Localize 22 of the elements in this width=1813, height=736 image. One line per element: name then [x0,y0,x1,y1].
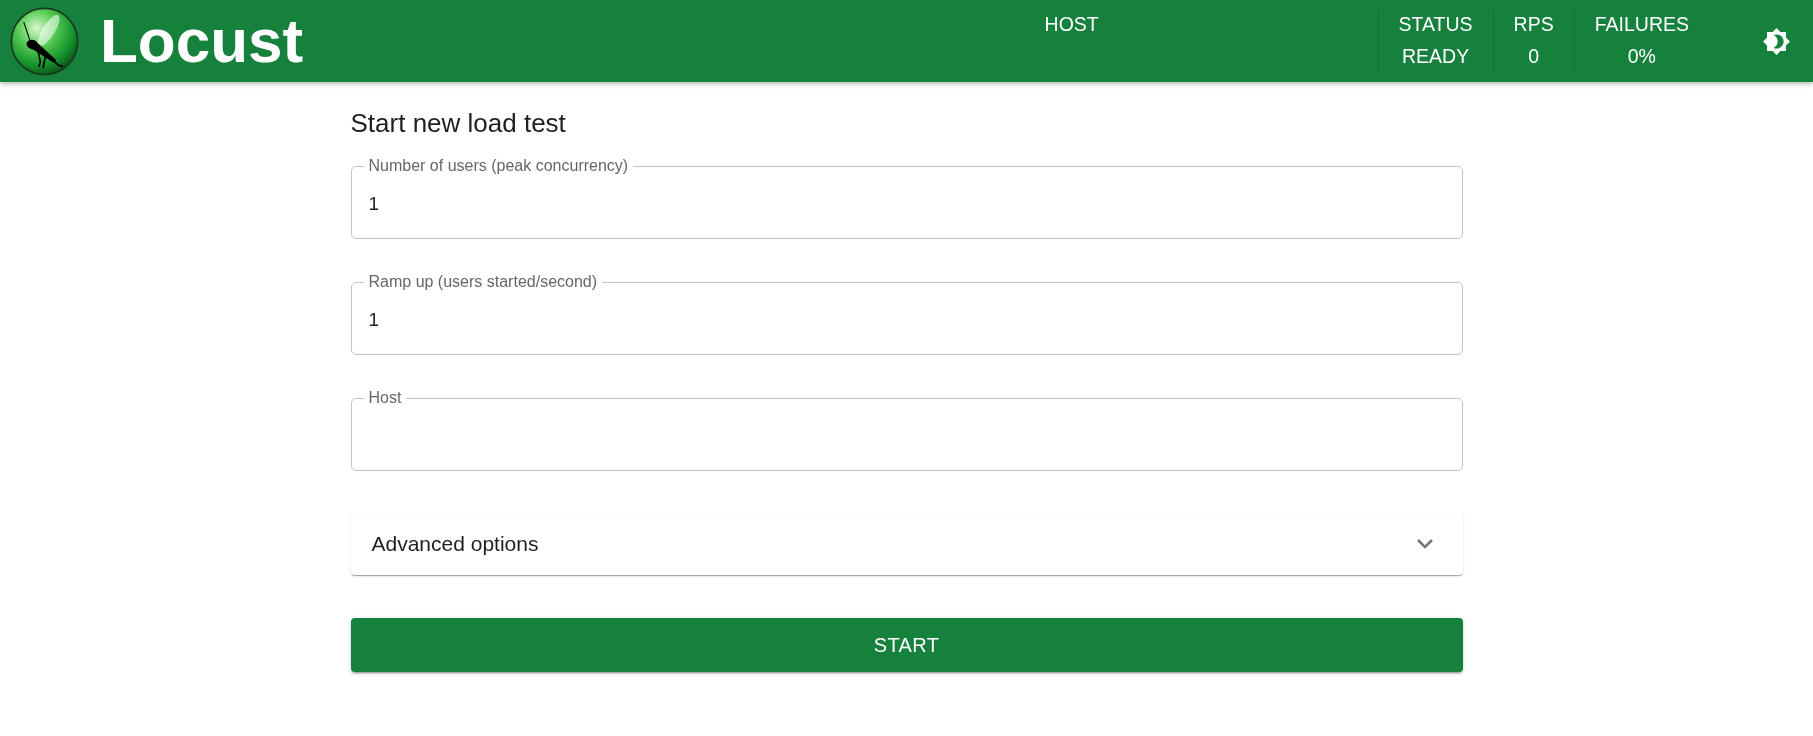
stat-value: 0 [1528,44,1540,67]
grasshopper-logo-icon[interactable] [10,6,79,76]
input-field[interactable]: Number of users (peak concurrency) 1 [350,157,1463,239]
start-button[interactable]: START [350,618,1463,672]
stat-value: READY [1402,44,1470,67]
field-label: Ramp up (users started/second) [367,273,599,291]
field-label: Host [367,389,403,407]
stat-label: RPS [1513,12,1554,35]
stat-value: 0% [1627,44,1656,67]
field-label: Number of users (peak concurrency) [367,157,630,175]
stat-label: STATUS [1398,12,1473,35]
page-title: Start new load test [350,108,567,138]
host-label: HOST [1044,12,1099,35]
advanced-options-accordion[interactable]: Advanced options [350,513,1463,575]
chevron-icon [1416,539,1433,549]
input-field[interactable]: Ramp up (users started/second) 1 [350,273,1463,355]
input-field[interactable]: Host [350,389,1463,471]
stat-label: FAILURES [1594,12,1689,35]
brand-name: Locust [100,10,304,72]
field-value: 1 [368,308,380,331]
field-value: 1 [368,192,380,215]
dark-mode-icon[interactable] [1763,27,1790,55]
